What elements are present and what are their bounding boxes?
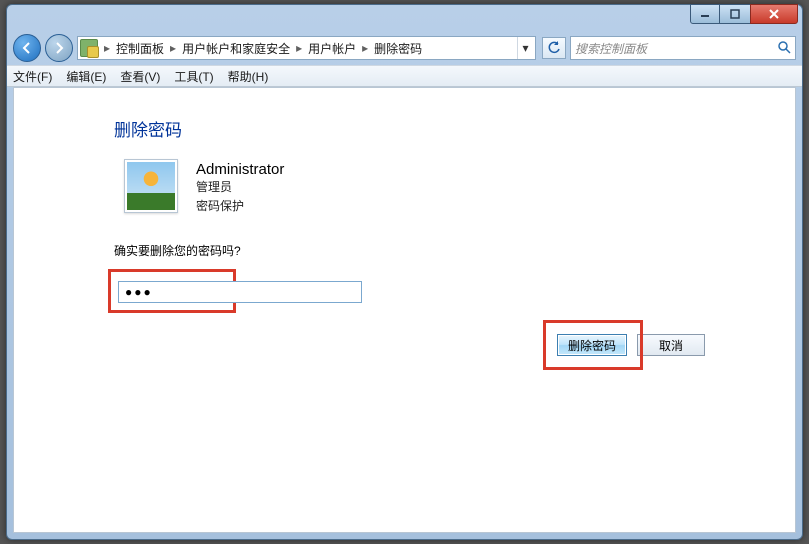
- close-icon: [768, 8, 780, 20]
- menu-help[interactable]: 帮助(H): [228, 68, 269, 85]
- user-info: Administrator 管理员 密码保护: [196, 159, 284, 216]
- user-name: Administrator: [196, 161, 284, 178]
- search-input[interactable]: 搜索控制面板: [570, 36, 796, 60]
- breadcrumb-seg-2[interactable]: 用户帐户和家庭安全: [180, 40, 292, 57]
- menu-edit[interactable]: 编辑(E): [66, 68, 106, 85]
- breadcrumb-seg-3[interactable]: 用户帐户: [306, 40, 358, 57]
- maximize-icon: [730, 9, 740, 19]
- avatar: [124, 159, 178, 213]
- delete-password-button[interactable]: 删除密码: [557, 334, 627, 356]
- content-area: 删除密码 Administrator 管理员 密码保护 确实要删除您的密码吗? …: [13, 87, 796, 533]
- page-title: 删除密码: [114, 116, 715, 141]
- window-buttons: [690, 4, 798, 24]
- cancel-button[interactable]: 取消: [637, 334, 705, 356]
- minimize-icon: [700, 9, 710, 19]
- button-row: 删除密码 取消: [557, 334, 705, 356]
- chevron-right-icon: ▸: [294, 41, 304, 55]
- chevron-right-icon: ▸: [360, 41, 370, 55]
- address-right: ▾: [517, 37, 533, 59]
- window-titlebar: [7, 5, 802, 31]
- current-password-input[interactable]: [118, 281, 362, 303]
- password-row: [108, 277, 368, 317]
- menu-file[interactable]: 文件(F): [13, 68, 52, 85]
- user-summary: Administrator 管理员 密码保护: [124, 159, 715, 216]
- search-icon[interactable]: [777, 40, 791, 57]
- confirm-prompt: 确实要删除您的密码吗?: [114, 242, 715, 259]
- arrow-right-icon: [52, 41, 66, 55]
- search-placeholder: 搜索控制面板: [575, 40, 647, 57]
- address-bar[interactable]: ▸ 控制面板 ▸ 用户帐户和家庭安全 ▸ 用户帐户 ▸ 删除密码 ▾: [77, 36, 536, 60]
- menu-bar: 文件(F) 编辑(E) 查看(V) 工具(T) 帮助(H): [7, 65, 802, 87]
- address-history-dropdown[interactable]: ▾: [517, 37, 533, 59]
- nav-back-button[interactable]: [13, 34, 41, 62]
- navigation-row: ▸ 控制面板 ▸ 用户帐户和家庭安全 ▸ 用户帐户 ▸ 删除密码 ▾ 搜索控制面…: [7, 31, 802, 65]
- control-panel-icon: [80, 39, 98, 57]
- refresh-icon: [547, 41, 561, 55]
- nav-forward-button[interactable]: [45, 34, 73, 62]
- breadcrumb-seg-1[interactable]: 控制面板: [114, 40, 166, 57]
- chevron-right-icon: ▸: [102, 41, 112, 55]
- user-protection: 密码保护: [196, 197, 284, 216]
- breadcrumb-seg-4[interactable]: 删除密码: [372, 40, 424, 57]
- menu-tools[interactable]: 工具(T): [174, 68, 213, 85]
- maximize-button[interactable]: [720, 4, 750, 24]
- chevron-right-icon: ▸: [168, 41, 178, 55]
- close-button[interactable]: [750, 4, 798, 24]
- menu-view[interactable]: 查看(V): [120, 68, 160, 85]
- minimize-button[interactable]: [690, 4, 720, 24]
- control-panel-window: ▸ 控制面板 ▸ 用户帐户和家庭安全 ▸ 用户帐户 ▸ 删除密码 ▾ 搜索控制面…: [6, 4, 803, 540]
- user-role: 管理员: [196, 178, 284, 197]
- arrow-left-icon: [20, 41, 34, 55]
- refresh-button[interactable]: [542, 37, 566, 59]
- flower-icon: [127, 162, 175, 210]
